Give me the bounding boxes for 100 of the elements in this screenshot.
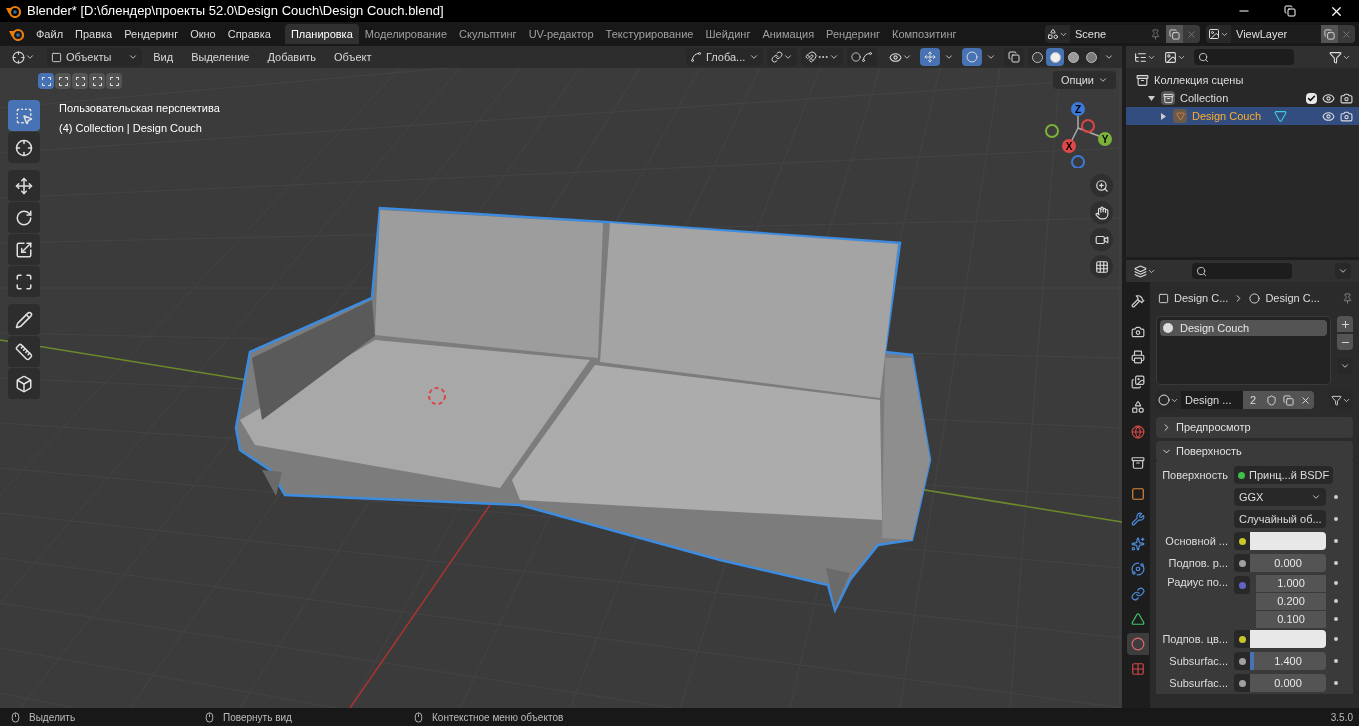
display-mode-button[interactable] (1164, 50, 1186, 64)
camera-icon[interactable] (1340, 91, 1353, 105)
menu-item[interactable]: Окно (184, 25, 222, 43)
camera-icon[interactable] (1340, 109, 1353, 123)
material-name-field[interactable]: Design ... (1181, 391, 1243, 409)
delete-scene-button[interactable] (1183, 25, 1200, 43)
tool-button[interactable] (8, 132, 40, 163)
square-icon (109, 76, 119, 86)
overlay-toggle[interactable] (962, 48, 983, 66)
menu-item[interactable]: Выделение (184, 48, 257, 66)
new-view-layer-button[interactable] (1321, 25, 1338, 43)
unlink-button[interactable] (1297, 391, 1314, 409)
workspace-tab[interactable]: Композитинг (886, 24, 963, 44)
orientation-dropdown[interactable]: Глоба... (685, 48, 764, 66)
mode-dropdown[interactable]: Объекты (47, 48, 143, 66)
eye-icon[interactable] (1322, 91, 1335, 105)
scene-field[interactable]: Scene (1070, 25, 1166, 43)
workspace-tab[interactable]: Скульптинг (453, 24, 523, 44)
select-mode-button[interactable] (72, 73, 88, 89)
squares-icon (1008, 51, 1021, 63)
tool-button[interactable] (8, 304, 40, 335)
search-field[interactable] (1192, 263, 1292, 279)
menu-item[interactable]: Объект (327, 48, 379, 66)
collapse-arrow-icon[interactable] (1160, 112, 1168, 120)
square-icon (58, 76, 68, 86)
outliner-row[interactable]: Design Couch (1126, 107, 1359, 125)
view-layer-field[interactable]: ViewLayer (1231, 25, 1321, 43)
select-mode-button[interactable] (38, 73, 54, 89)
menu-item[interactable]: Справка (221, 25, 277, 43)
tool-button[interactable] (8, 336, 40, 367)
remove-slot-button[interactable] (1337, 334, 1353, 350)
orbit-icon (1131, 562, 1145, 576)
search-field[interactable] (1194, 49, 1294, 65)
workspace-tab[interactable]: Рендеринг (820, 24, 887, 44)
tool-button[interactable] (8, 266, 40, 297)
new-scene-button[interactable] (1166, 25, 1183, 43)
pivot-button[interactable] (767, 48, 798, 66)
number-field[interactable]: 0.100 (1256, 610, 1326, 628)
printer-icon (1131, 350, 1145, 364)
expand-arrow-icon[interactable] (1148, 94, 1156, 102)
workspace-tab[interactable]: Шейдинг (699, 24, 757, 44)
camera-icon (1131, 325, 1145, 339)
menu-item[interactable]: Файл (30, 25, 70, 43)
editor-type-button[interactable] (1134, 264, 1156, 278)
select-mode-button[interactable] (106, 73, 122, 89)
workspace-tab[interactable]: Планировка (284, 24, 359, 44)
shading-button[interactable] (1046, 48, 1065, 66)
tool-button[interactable] (8, 234, 40, 265)
select-mode-button[interactable] (89, 73, 105, 89)
menu-item[interactable]: Добавить (260, 48, 324, 66)
color-swatch[interactable] (1250, 532, 1326, 550)
tool-button[interactable] (8, 170, 40, 201)
slider-field[interactable]: 1.400 (1250, 652, 1326, 670)
sphere-icon (1158, 394, 1170, 406)
workspace-tab[interactable]: Моделирование (358, 24, 454, 44)
hammer-icon (1131, 294, 1145, 308)
material-slot[interactable]: Design Couch (1160, 320, 1327, 336)
eye-icon[interactable] (1322, 109, 1335, 123)
outliner-row[interactable]: Collection (1126, 89, 1359, 107)
property-label: Subsurfac... (1168, 653, 1229, 669)
dropdown[interactable]: GGX (1234, 488, 1326, 506)
number-field[interactable]: 0.000 (1250, 674, 1326, 692)
pin-icon[interactable] (1342, 292, 1353, 304)
shader-link-field[interactable]: Принц...й BSDF (1234, 466, 1334, 484)
add-slot-button[interactable] (1337, 316, 1353, 332)
panel-header[interactable]: Поверхность (1156, 441, 1353, 462)
proportional-button[interactable] (847, 48, 878, 66)
view-layer-browse-button[interactable] (1206, 25, 1231, 43)
color-swatch[interactable] (1250, 630, 1326, 648)
menu-item[interactable]: Вид (146, 48, 181, 66)
delete-view-layer-button[interactable] (1338, 25, 1355, 43)
workspace-tab[interactable]: Анимация (756, 24, 821, 44)
editor-type-button[interactable] (1134, 50, 1156, 64)
gizmo-toggle[interactable] (920, 48, 941, 66)
scene-browse-button[interactable] (1045, 25, 1070, 43)
outliner-row[interactable]: Коллекция сцены (1126, 71, 1359, 89)
panel-header[interactable]: Предпросмотр (1156, 417, 1353, 438)
workspace-tab[interactable]: Текстурирование (599, 24, 700, 44)
pin-icon[interactable] (1150, 28, 1161, 40)
menu-item[interactable]: Правка (69, 25, 119, 43)
select-mode-button[interactable] (55, 73, 71, 89)
user-count[interactable]: 2 (1243, 391, 1263, 409)
number-field[interactable]: 1.000 (1256, 574, 1326, 592)
caret-icon (986, 52, 997, 62)
tool-button[interactable] (8, 202, 40, 233)
number-field[interactable]: 0.200 (1256, 592, 1326, 610)
xray-toggle[interactable] (1004, 48, 1025, 66)
triangle-icon (1131, 612, 1145, 626)
exclude-checkbox[interactable] (1306, 92, 1317, 104)
copy-icon (1283, 394, 1294, 406)
dropdown-button[interactable] (1335, 263, 1351, 279)
dropdown[interactable]: Случайный об... (1234, 510, 1326, 528)
filter-button[interactable] (1329, 50, 1351, 64)
close-icon (1300, 394, 1311, 406)
menu-item[interactable]: Рендеринг (118, 25, 185, 43)
workspace-tab[interactable]: UV-редактор (522, 24, 600, 44)
tool-button[interactable] (8, 368, 40, 399)
options-dropdown[interactable]: Опции (1052, 71, 1116, 89)
snap-button[interactable] (801, 48, 844, 66)
number-field[interactable]: 0.000 (1250, 554, 1326, 572)
